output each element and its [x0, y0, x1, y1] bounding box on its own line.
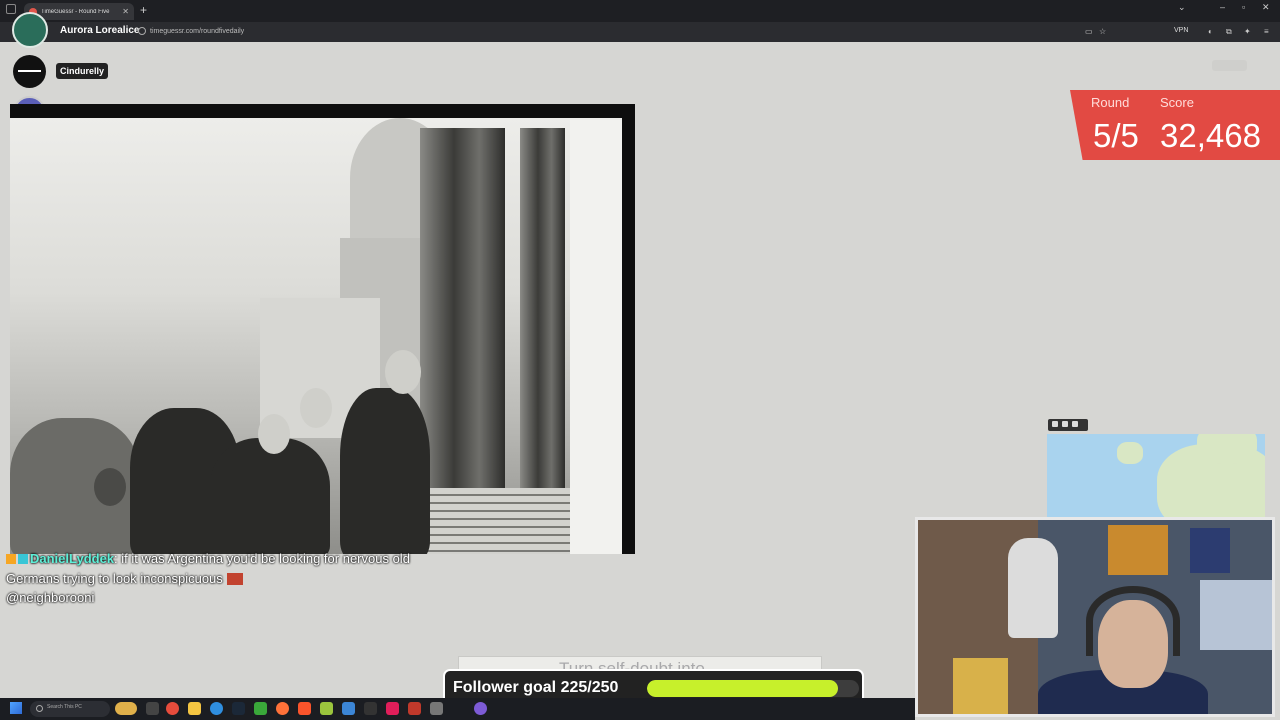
cindurelly-avatar [13, 55, 46, 88]
user-tag: Cindurelly [56, 63, 109, 79]
subscriber-badge-icon [6, 554, 16, 564]
expand-map-icon[interactable] [1052, 421, 1058, 427]
menu-icon[interactable]: ≡ [1264, 27, 1269, 36]
emote-icon [226, 572, 243, 585]
slack-icon[interactable] [386, 702, 399, 715]
round-label: Round [1091, 95, 1130, 110]
score-label: Score [1160, 95, 1194, 110]
round-photo [10, 104, 635, 554]
chat-mention: @neighborooni [6, 590, 95, 605]
discord-icon[interactable] [474, 702, 487, 715]
mail-icon[interactable] [342, 702, 355, 715]
round-value: 5/5 [1093, 117, 1139, 154]
man-face [94, 468, 126, 506]
tab-title: TimeGuessr - Round Five [41, 8, 110, 15]
map-land-scandinavia [1197, 434, 1257, 464]
address-bar: Aurora Lorealice timeguessr.com/roundfiv… [0, 22, 1280, 42]
crowd-boys [210, 438, 330, 554]
column-large [420, 128, 505, 498]
capitol-steps [415, 488, 575, 554]
tab-list-chevron-icon[interactable]: ⌄ [1178, 2, 1186, 13]
follower-goal-fill [647, 680, 838, 697]
streamer-avatar [12, 12, 48, 48]
close-window-icon[interactable]: ✕ [1262, 2, 1270, 13]
leo-ai-icon[interactable]: ✦ [1244, 27, 1251, 36]
shrink-map-icon[interactable] [1072, 421, 1078, 427]
start-icon[interactable] [10, 702, 22, 714]
site-info-icon[interactable] [138, 27, 146, 35]
wallet-icon[interactable]: ◐ [1208, 27, 1213, 36]
snack-bag [953, 658, 1008, 714]
app-icon[interactable] [408, 702, 421, 715]
maximize-icon[interactable]: ▫ [1242, 2, 1245, 12]
photo-content [10, 118, 622, 554]
boy-face [385, 350, 421, 394]
profile-name: Aurora Lorealice [60, 25, 140, 36]
pin-map-icon[interactable] [1062, 421, 1068, 427]
minimize-icon[interactable]: – [1220, 2, 1225, 12]
edge-icon[interactable] [210, 702, 223, 715]
taskbar-search[interactable]: Search This PC [30, 701, 110, 717]
brave-icon[interactable] [298, 702, 311, 715]
notepad-icon[interactable] [320, 702, 333, 715]
tab-actions-icon[interactable] [6, 4, 16, 14]
task-view-icon[interactable] [146, 702, 159, 715]
guess-map[interactable] [1047, 434, 1265, 518]
boy-face [258, 414, 290, 454]
map-land-iceland [1117, 442, 1143, 464]
file-explorer-icon[interactable] [188, 702, 201, 715]
capcut-icon[interactable] [364, 702, 377, 715]
reader-view-icon[interactable]: ▭ [1085, 27, 1093, 36]
steam-icon[interactable] [232, 702, 245, 715]
search-icon [36, 705, 43, 712]
browser-tab-bar: TimeGuessr - Round Five ✕ + ⌄ – ▫ ✕ [0, 0, 1280, 22]
follower-goal-label: Follower goal 225/250 [453, 679, 619, 696]
firefox-icon[interactable] [276, 702, 289, 715]
headphones [1086, 586, 1180, 656]
film-edge [570, 120, 622, 554]
extensions-icon[interactable]: ⧉ [1226, 27, 1232, 37]
member-badge-icon [18, 554, 28, 564]
chat-username: DanielLyddek [30, 551, 115, 566]
search-placeholder: Search This PC [47, 704, 82, 710]
webcam-feed [915, 517, 1275, 717]
column-small [520, 128, 565, 498]
poster [1108, 525, 1168, 575]
poster [1190, 528, 1230, 573]
boy-face [300, 388, 332, 428]
chrome-icon[interactable] [166, 702, 179, 715]
taskbar: Search This PC [0, 698, 915, 720]
xbox-icon[interactable] [254, 702, 267, 715]
score-value: 32,468 [1160, 117, 1261, 154]
app-icon[interactable] [430, 702, 443, 715]
new-tab-icon[interactable]: + [140, 3, 147, 17]
poster [1200, 580, 1272, 650]
score-panel: Round Score 5/5 32,468 [1070, 90, 1280, 160]
boy-right [340, 388, 430, 554]
close-tab-icon[interactable]: ✕ [122, 7, 129, 16]
map-controls[interactable] [1048, 419, 1088, 431]
url-field[interactable]: timeguessr.com/roundfivedaily [150, 28, 244, 35]
chat-message: DanielLyddek: if it was Argentina you'd … [6, 549, 426, 608]
weather-widget-icon[interactable] [115, 702, 137, 715]
watermark [1212, 60, 1248, 71]
follower-goal-track [647, 680, 859, 697]
robot-figure [1008, 538, 1058, 638]
bookmark-star-icon[interactable]: ☆ [1099, 27, 1106, 36]
vpn-button[interactable]: VPN [1174, 27, 1188, 34]
